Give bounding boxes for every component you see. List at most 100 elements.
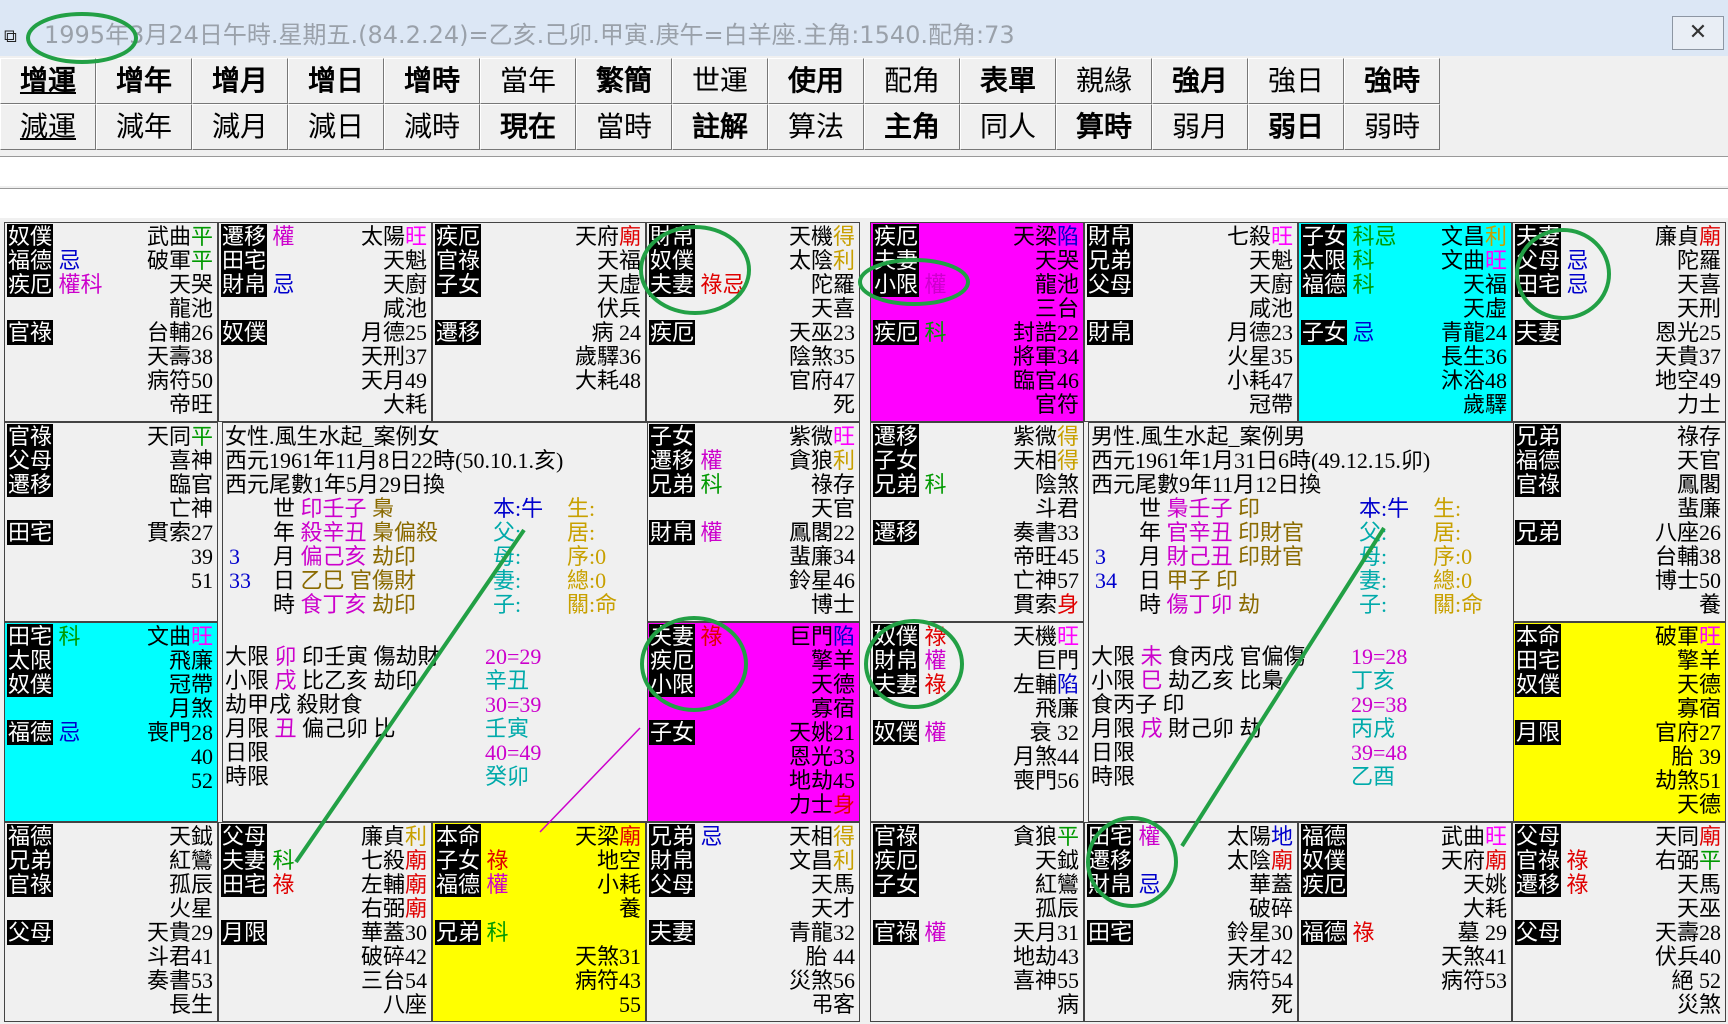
palace-cell[interactable]: 父母 夫妻 科田宅 祿月限 廉貞利 七殺廟 左輔廟 右弼廟 華蓋30 破碎42 三台54 八座 xyxy=(218,822,432,1022)
palace-cell[interactable]: 官祿 疾厄 子女 官祿 權 貪狼平 天鉞 紅鸞 孤辰 天月31 地劫43 喜神55 病 xyxy=(870,822,1084,1022)
palace-cell[interactable]: 子女 科忌 太限 科福德 科子女 忌 文昌利 文曲旺 天福 天虛 青龍24 長生36 沐浴48 歲… xyxy=(1298,222,1512,422)
star-item: 病 xyxy=(1056,992,1079,1017)
palace-label: 奴僕 xyxy=(1515,672,1562,697)
toolbar-button[interactable]: 當年 xyxy=(480,58,576,104)
limit-row: 劫甲戌 殺財食 xyxy=(225,692,363,717)
star-item: 火星35 xyxy=(1226,344,1293,369)
stat-label: 居: xyxy=(1433,520,1462,545)
toolbar-button[interactable]: 強日 xyxy=(1248,58,1344,104)
star-item: 陀羅 xyxy=(810,272,855,297)
toolbar-button[interactable]: 減日 xyxy=(288,104,384,150)
palace-cell[interactable]: 財帛 奴僕 夫妻 祿忌 疾厄 天機得 太陰利 陀羅 天喜 天巫23 陰煞35 官府47 死 xyxy=(646,222,860,422)
palace-label: 田宅 忌 xyxy=(1515,272,1589,297)
star-item: 廉貞廟 xyxy=(1654,224,1721,249)
toolbar-button[interactable]: 使用 xyxy=(768,58,864,104)
palace-cell[interactable]: 兄弟 忌財帛 父母 夫妻 天相得 文昌利 天馬 天才 青龍32 胎 44 災煞56 弔客 xyxy=(646,822,860,1022)
input-line-1[interactable] xyxy=(0,156,1728,186)
toolbar-button[interactable]: 減月 xyxy=(192,104,288,150)
palace-label: 奴僕 xyxy=(649,248,696,273)
toolbar-button[interactable]: 現在 xyxy=(480,104,576,150)
palace-cell[interactable]: 父母 官祿 祿遷移 祿父母 天同廟 右弼平 天馬 天巫 天壽28 伏兵40 絕 52 災煞 xyxy=(1512,822,1726,1022)
toolbar-button[interactable]: 增月 xyxy=(192,58,288,104)
palace-label: 子女 xyxy=(649,720,696,745)
star-item: 祿存 xyxy=(1676,424,1721,449)
palace-cell[interactable]: 遷移 子女 兄弟 科遷移 紫微得 天相得 陰煞 斗君 奏書33 帝旺45 亡神57 貫索身 xyxy=(870,422,1084,622)
toolbar-button[interactable]: 主角 xyxy=(864,104,960,150)
palace-label: 福德 忌 xyxy=(7,248,81,273)
palace-label: 財帛 忌 xyxy=(221,272,295,297)
palace-label: 福德 xyxy=(7,824,54,849)
star-item: 天月49 xyxy=(360,368,427,393)
toolbar-button[interactable]: 強時 xyxy=(1344,58,1440,104)
toolbar-button[interactable]: 當時 xyxy=(576,104,672,150)
toolbar-button[interactable]: 弱時 xyxy=(1344,104,1440,150)
star-item: 太陽地 xyxy=(1226,824,1293,849)
star-item: 破碎 xyxy=(1248,896,1293,921)
relation-label: 母: xyxy=(1359,544,1388,569)
star-item: 太陽旺 xyxy=(360,224,427,249)
age-range: 39=48 xyxy=(1351,740,1408,765)
palace-cell[interactable]: 福德 奴僕 疾厄 福德 祿 武曲旺 天府廟 天姚 大耗墓 29 天煞41 病符53 xyxy=(1298,822,1512,1022)
toolbar-button[interactable]: 強月 xyxy=(1152,58,1248,104)
stat-label: 居: xyxy=(567,520,596,545)
star-item: 紫微旺 xyxy=(788,424,855,449)
toolbar-button[interactable]: 弱日 xyxy=(1248,104,1344,150)
star-item: 陰煞 xyxy=(1034,472,1079,497)
center-heading: 女性.風生水起_案例女 xyxy=(225,424,440,449)
relation-label: 妻: xyxy=(493,568,522,593)
center-heading: 西元尾數1年5月29日換 xyxy=(225,472,446,497)
palace-cell[interactable]: 疾厄 官祿 子女 遷移 天府廟 天福 天虛 伏兵病 24 歲驛36 大耗48 xyxy=(432,222,646,422)
palace-cell[interactable]: 奴僕 福德 忌疾厄 權科 官祿 武曲平 破軍平 天哭 龍池 台輔26 天壽38 病符50 帝旺 xyxy=(4,222,218,422)
palace-cell[interactable]: 本命 田宅 奴僕 月限 破軍旺 擎羊 天德 寡宿 官府27 胎 39 劫煞51 天德 xyxy=(1512,622,1726,822)
palace-label: 疾厄 權科 xyxy=(7,272,103,297)
palace-label: 疾厄 xyxy=(435,224,482,249)
palace-cell[interactable]: 疾厄 夫妻 小限 權疾厄 科 天梁陷 天哭 龍池 三台 封誥22 將軍34 臨官46 官符 xyxy=(870,222,1084,422)
palace-cell[interactable]: 遷移 權田宅 財帛 忌奴僕 太陽旺 天魁 天廚 咸池 月德25 天刑37 天月49 大耗 xyxy=(218,222,432,422)
palace-cell[interactable]: 奴僕 祿財帛 權夫妻 祿奴僕 權 天機旺 巨門 左輔陷 飛廉衰 32 月煞44 喪門56 xyxy=(870,622,1084,822)
close-button[interactable]: ✕ xyxy=(1672,16,1724,50)
toolbar-button[interactable]: 弱月 xyxy=(1152,104,1248,150)
palace-label: 官祿 xyxy=(435,248,482,273)
toolbar-button[interactable]: 算時 xyxy=(1056,104,1152,150)
palace-cell[interactable]: 官祿 父母 遷移 田宅 天同平 喜神 臨官 亡神 貫索27 39 51 xyxy=(4,422,218,622)
toolbar-button[interactable]: 算法 xyxy=(768,104,864,150)
palace-cell[interactable]: 田宅 科太限 奴僕 福德 忌 文曲旺 飛廉 冠帶 月煞 喪門28 40 52 xyxy=(4,622,218,822)
toolbar-button[interactable]: 配角 xyxy=(864,58,960,104)
toolbar-button[interactable]: 增運 xyxy=(0,58,96,104)
toolbar-button[interactable]: 親緣 xyxy=(1056,58,1152,104)
toolbar-button[interactable]: 表單 xyxy=(960,58,1056,104)
palace-label: 福德 權 xyxy=(435,872,509,897)
toolbar-button[interactable]: 註解 xyxy=(672,104,768,150)
toolbar-button[interactable]: 世運 xyxy=(672,58,768,104)
toolbar-button[interactable]: 增年 xyxy=(96,58,192,104)
palace-label: 財帛 權 xyxy=(649,520,723,545)
toolbar-button[interactable]: 增日 xyxy=(288,58,384,104)
star-item: 天相得 xyxy=(1012,448,1079,473)
toolbar-button[interactable]: 減時 xyxy=(384,104,480,150)
palace-cell[interactable]: 夫妻 祿疾厄 小限 子女 巨門陷 擎羊 天德 寡宿 天姚21 恩光33 地劫45 力士身 xyxy=(646,622,860,822)
palace-cell[interactable]: 子女 遷移 權兄弟 科財帛 權 紫微旺 貪狼利 祿存 天官 鳳閣22 蜚廉34 鈴星46 博士 xyxy=(646,422,860,622)
toolbar-button[interactable]: 減運 xyxy=(0,104,96,150)
age-range: 辛丑 xyxy=(485,668,530,693)
palace-cell[interactable]: 福德 兄弟 官祿 父母 天鉞 紅鸞 孤辰 火星 天貴29 斗君41 奏書53 長生 xyxy=(4,822,218,1022)
toolbar-button[interactable]: 減年 xyxy=(96,104,192,150)
palace-label: 夫妻 xyxy=(873,248,920,273)
star-item: 弔客 xyxy=(810,992,855,1017)
star-item: 力士身 xyxy=(788,792,855,817)
palace-cell[interactable]: 財帛 兄弟 父母 財帛 七殺旺 天魁 天廚 咸池 月德23 火星35 小耗47 冠帶 xyxy=(1084,222,1298,422)
star-item: 天德 xyxy=(1676,792,1721,817)
chart-center: 男性.風生水起_案例男 西元1961年1月31日6時(49.12.15.卯) 西元尾… xyxy=(1088,422,1514,822)
input-line-2[interactable] xyxy=(0,188,1728,218)
toolbar-button[interactable]: 增時 xyxy=(384,58,480,104)
palace-cell[interactable]: 夫妻 父母 忌田宅 忌夫妻 廉貞廟 陀羅 天喜 天刑 恩光25 天貴37 地空49 力士 xyxy=(1512,222,1726,422)
stat-label: 序:0 xyxy=(1433,544,1473,569)
palace-cell[interactable]: 本命 子女 祿福德 權兄弟 科 天梁廟 地空 小耗養天煞31 病符43 55 xyxy=(432,822,646,1022)
toolbar-button[interactable]: 繁簡 xyxy=(576,58,672,104)
palace-cell[interactable]: 田宅 權遷移 財帛 忌田宅 太陽地 太陰廟 華蓋 破碎 鈴星30 天才42 病符54 死 xyxy=(1084,822,1298,1022)
palace-cell[interactable]: 兄弟 福德 官祿 兄弟 祿存 天官 鳳閣 蜚廉 八座26 台輔38 博士50 養 xyxy=(1512,422,1726,622)
pillar-row: 日 甲子 印 xyxy=(1139,568,1239,593)
star-item: 紅鸞 xyxy=(168,848,213,873)
palace-label: 田宅 xyxy=(221,248,268,273)
toolbar-button[interactable]: 同人 xyxy=(960,104,1056,150)
side-number: 3 xyxy=(1095,544,1106,569)
